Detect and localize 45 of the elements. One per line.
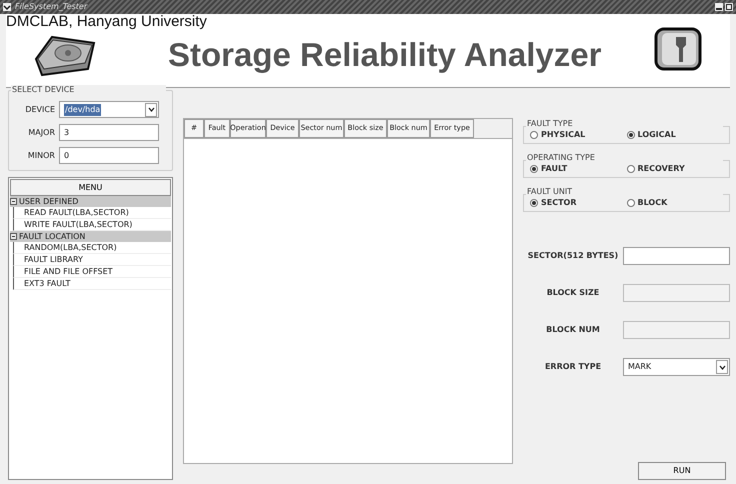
minimize-icon[interactable] bbox=[715, 3, 723, 11]
input-field[interactable] bbox=[623, 247, 730, 265]
tree-item[interactable]: FAULT LIBRARY bbox=[13, 254, 171, 266]
tree-item[interactable]: FILE AND FILE OFFSET bbox=[13, 266, 171, 278]
window-title: FileSystem_Tester bbox=[15, 1, 88, 13]
field-label: DEVICE bbox=[24, 104, 55, 116]
input-field[interactable]: 0 bbox=[59, 147, 159, 164]
tree-node[interactable]: FAULT LOCATION bbox=[10, 231, 171, 242]
radio-label[interactable]: PHYSICAL bbox=[541, 129, 586, 141]
radio-button[interactable] bbox=[626, 199, 634, 207]
radio-label[interactable]: RECOVERY bbox=[638, 163, 685, 175]
tree-item[interactable]: EXT3 FAULT bbox=[13, 278, 171, 290]
panel-legend: SELECT DEVICE bbox=[11, 85, 166, 95]
menu-icon[interactable] bbox=[3, 3, 11, 11]
radio-label[interactable]: FAULT bbox=[541, 163, 568, 175]
radio-button[interactable] bbox=[626, 131, 634, 139]
field-label: BLOCK SIZE bbox=[546, 287, 600, 299]
tree-item[interactable]: RANDOM(LBA,SECTOR) bbox=[13, 242, 171, 254]
organization-label: DMCLAB, Hanyang University bbox=[6, 14, 207, 30]
tree-item[interactable]: READ FAULT(LBA,SECTOR) bbox=[13, 207, 171, 219]
run-button[interactable]: RUN bbox=[638, 462, 726, 480]
maximize-icon[interactable] bbox=[725, 3, 733, 11]
field-label: SECTOR(512 BYTES) bbox=[526, 250, 620, 262]
radio-button[interactable] bbox=[530, 131, 538, 139]
app-title: Storage Reliability Analyzer bbox=[168, 35, 602, 75]
field-label: MAJOR bbox=[27, 126, 55, 138]
error-type-dropdown[interactable]: MARK bbox=[623, 358, 730, 376]
device-dropdown[interactable]: /dev/hda bbox=[59, 101, 159, 118]
radio-label[interactable]: SECTOR bbox=[541, 197, 577, 209]
group-legend: FAULT UNIT bbox=[526, 187, 723, 197]
input-field[interactable]: 3 bbox=[59, 124, 159, 141]
radio-button[interactable] bbox=[530, 199, 538, 207]
radio-button[interactable] bbox=[530, 165, 538, 173]
field-label: MINOR bbox=[26, 150, 55, 162]
radio-label[interactable]: BLOCK bbox=[638, 197, 668, 209]
menu-button[interactable]: MENU bbox=[10, 179, 171, 196]
tree-node[interactable]: USER DEFINED bbox=[10, 196, 171, 207]
group-legend: FAULT TYPE bbox=[526, 119, 723, 129]
radio-button[interactable] bbox=[626, 165, 634, 173]
expander-icon[interactable] bbox=[10, 198, 17, 205]
field-label: ERROR TYPE bbox=[544, 361, 602, 373]
expander-icon[interactable] bbox=[10, 233, 17, 240]
radio-label[interactable]: LOGICAL bbox=[638, 129, 676, 141]
field-label: BLOCK NUM bbox=[545, 324, 601, 336]
group-legend: OPERATING TYPE bbox=[526, 153, 723, 163]
